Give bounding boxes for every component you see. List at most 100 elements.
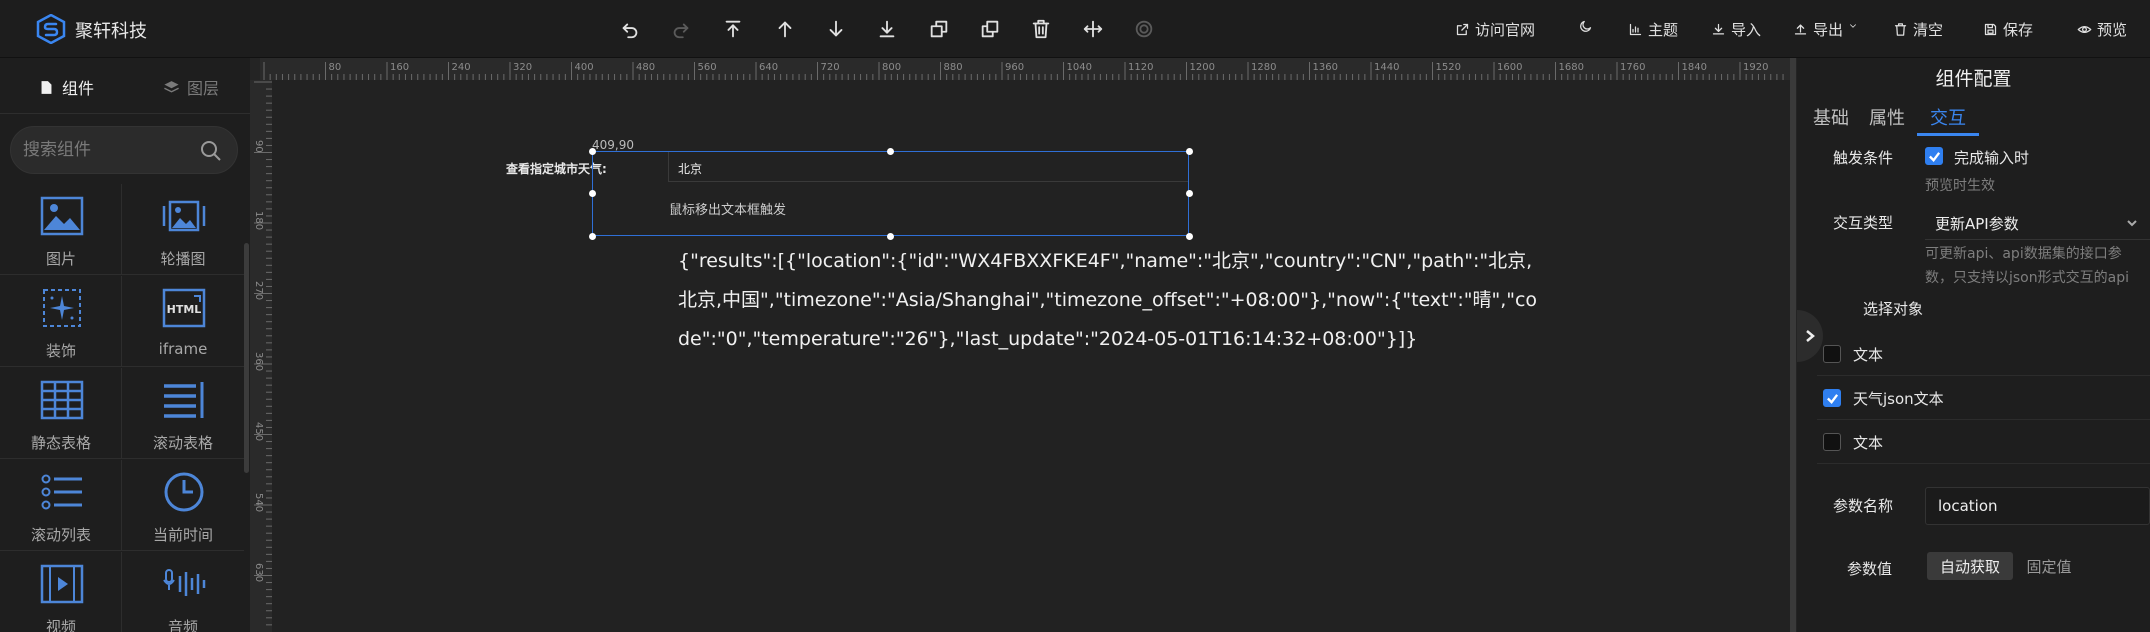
panel-title: 组件配置 xyxy=(1935,68,2012,90)
tab-interaction[interactable]: 交互 xyxy=(1930,104,1966,130)
component-static-table[interactable]: 静态表格 xyxy=(0,368,122,459)
tab-layers[interactable]: 图层 xyxy=(163,70,219,104)
resize-handle[interactable] xyxy=(589,233,596,240)
clock-icon xyxy=(162,470,206,514)
paste-icon xyxy=(981,20,999,38)
trash-icon xyxy=(1894,23,1907,36)
target-checkbox[interactable] xyxy=(1823,345,1841,363)
component-panel: 组件 图层 图片 轮播图 装饰 HTML xyxy=(0,58,250,632)
align-button[interactable] xyxy=(1080,16,1106,42)
component-scroll-list[interactable]: 滚动列表 xyxy=(0,460,122,551)
group-button[interactable] xyxy=(1131,16,1157,42)
component-current-time[interactable]: 当前时间 xyxy=(122,460,244,551)
ruler-label: 270 xyxy=(253,281,264,301)
search-input[interactable] xyxy=(23,137,193,163)
theme-button[interactable]: 主题 xyxy=(1628,19,1678,40)
param-name-input[interactable] xyxy=(1925,487,2150,525)
ruler-label: 640 xyxy=(759,62,779,73)
select-target-label: 选择对象 xyxy=(1863,300,1924,318)
redo-button[interactable] xyxy=(668,16,694,42)
resize-handle[interactable] xyxy=(589,148,596,155)
resize-handle[interactable] xyxy=(1186,233,1193,240)
target-option[interactable]: 天气json文本 xyxy=(1817,376,2150,420)
ruler-label: 1360 xyxy=(1312,62,1338,73)
target-option[interactable]: 文本 xyxy=(1817,332,2150,376)
svg-text:HTML: HTML xyxy=(167,303,202,316)
resize-handle[interactable] xyxy=(1186,190,1193,197)
ruler-label: 1760 xyxy=(1620,62,1646,73)
scroll-table-icon xyxy=(162,378,206,422)
file-icon xyxy=(41,80,52,94)
bring-to-top-button[interactable] xyxy=(720,16,746,42)
chevron-right-icon xyxy=(1806,330,1815,342)
ruler-label: 1120 xyxy=(1128,62,1154,73)
ruler-label: 360 xyxy=(253,351,264,371)
eye-icon xyxy=(2077,26,2092,33)
top-toolbar: 聚轩科技 访问官网 主题 导入 导出 清空 保存 预览 xyxy=(0,0,2150,58)
preview-button[interactable]: 预览 xyxy=(2077,19,2127,40)
move-down-button[interactable] xyxy=(823,16,849,42)
horizontal-arrows-icon xyxy=(1083,20,1103,38)
param-name-label: 参数名称 xyxy=(1833,497,1894,515)
ruler-label: 400 xyxy=(574,62,594,73)
active-tab-indicator xyxy=(1917,133,1979,136)
component-scroll-table[interactable]: 滚动表格 xyxy=(122,368,244,459)
target-checkbox[interactable] xyxy=(1823,389,1841,407)
component-audio[interactable]: 音频 xyxy=(122,552,244,632)
component-video[interactable]: 视频 xyxy=(0,552,122,632)
paste-button[interactable] xyxy=(977,16,1003,42)
resize-handle[interactable] xyxy=(887,233,894,240)
image-icon xyxy=(40,194,84,238)
clear-button[interactable]: 清空 xyxy=(1893,19,1943,40)
trigger-value: 完成输入时 xyxy=(1954,149,2030,167)
component-decoration[interactable]: 装饰 xyxy=(0,276,122,367)
component-image[interactable]: 图片 xyxy=(0,184,122,275)
save-button[interactable]: 保存 xyxy=(1983,19,2033,40)
tab-basic[interactable]: 基础 xyxy=(1813,104,1849,130)
theme-toggle-button[interactable] xyxy=(1578,19,1593,34)
ruler-label: 1040 xyxy=(1066,62,1092,73)
trigger-hint: 鼠标移出文本框触发 xyxy=(669,203,787,218)
ruler-label: 1920 xyxy=(1743,62,1769,73)
send-to-bottom-button[interactable] xyxy=(874,16,900,42)
upload-icon xyxy=(1794,24,1807,35)
export-button[interactable]: 导出 xyxy=(1793,19,1858,40)
component-carousel[interactable]: 轮播图 xyxy=(122,184,244,275)
download-icon xyxy=(1712,23,1725,35)
component-iframe[interactable]: HTML iframe xyxy=(122,276,244,367)
canvas-scrollbar[interactable] xyxy=(1790,58,1796,632)
target-option[interactable]: 文本 xyxy=(1817,420,2150,464)
audio-icon xyxy=(162,562,206,606)
move-up-button[interactable] xyxy=(772,16,798,42)
undo-button[interactable] xyxy=(617,16,643,42)
chevron-down-icon xyxy=(2127,220,2137,227)
delete-button[interactable] xyxy=(1028,16,1054,42)
ruler-label: 90 xyxy=(253,140,264,153)
tab-properties[interactable]: 属性 xyxy=(1869,104,1905,130)
tab-components[interactable]: 组件 xyxy=(38,70,94,104)
import-button[interactable]: 导入 xyxy=(1711,19,1761,40)
chart-icon xyxy=(1629,23,1642,36)
html-icon: HTML xyxy=(162,286,206,330)
brand-name: 聚轩科技 xyxy=(75,21,147,42)
ruler-label: 960 xyxy=(1005,62,1025,73)
interaction-type-select[interactable]: 更新API参数 xyxy=(1925,204,2150,240)
component-search xyxy=(10,126,238,174)
trash-icon xyxy=(1032,19,1050,39)
ruler-label: 1440 xyxy=(1374,62,1400,73)
resize-handle[interactable] xyxy=(589,190,596,197)
copy-button[interactable] xyxy=(926,16,952,42)
fixed-value-button[interactable]: 固定值 xyxy=(2019,552,2079,580)
target-checkbox[interactable] xyxy=(1823,433,1841,451)
trigger-label: 触发条件 xyxy=(1833,149,1894,167)
ruler-label: 540 xyxy=(253,492,264,512)
panel-scrollbar[interactable] xyxy=(244,243,249,473)
search-icon[interactable] xyxy=(199,139,223,163)
ruler-label: 1200 xyxy=(1189,62,1215,73)
table-icon xyxy=(40,378,84,422)
video-icon xyxy=(40,562,84,606)
visit-website-link[interactable]: 访问官网 xyxy=(1455,19,1535,40)
city-input[interactable] xyxy=(668,152,1188,182)
trigger-checkbox[interactable] xyxy=(1925,147,1943,165)
auto-fetch-button[interactable]: 自动获取 xyxy=(1927,552,2013,580)
